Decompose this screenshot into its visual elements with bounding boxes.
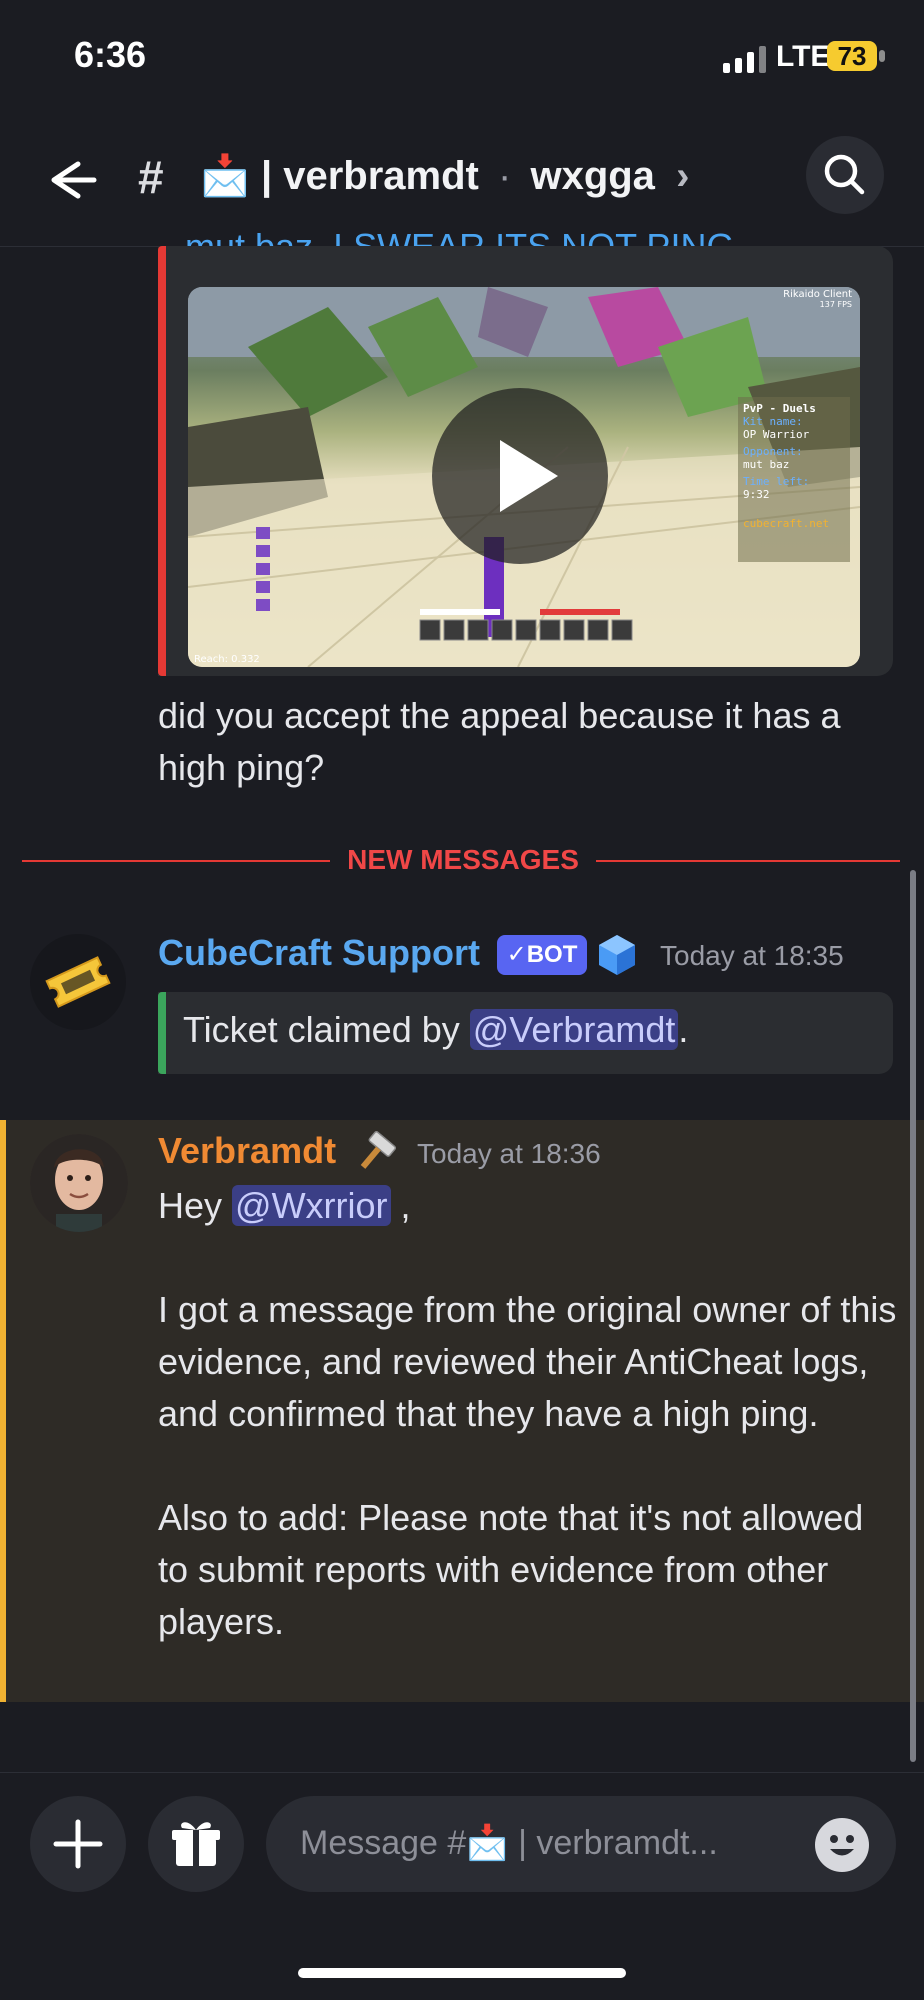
embed-text-suffix: . [678,1009,689,1050]
channel-emoji: 📩 [200,154,250,198]
cube-icon [596,933,638,977]
scrollbar[interactable] [910,870,916,1762]
hud-time-value: 9:32 [743,488,770,501]
status-time: 6:36 [74,34,147,75]
new-messages-line [22,860,330,862]
new-messages-label: NEW MESSAGES [347,844,579,875]
gift-icon [172,1822,220,1866]
mention-highlight-bar [0,1120,6,1702]
bot-avatar[interactable] [30,934,126,1030]
hud-fps: 137 FPS [819,300,852,309]
composer-divider [0,1772,924,1773]
message-timestamp: Today at 18:36 [417,1138,601,1169]
message-text: did you accept the appeal because it has… [158,695,841,788]
hud-reach: Reach: 0.332 [194,654,260,665]
hud-kit-label: Kit name: [743,415,803,428]
embed-text-prefix: Ticket claimed by [183,1009,470,1050]
message-paragraph: Also to add: Please note that it's not a… [158,1497,864,1642]
play-icon [500,440,558,512]
user-mention[interactable]: @Wxrrior [232,1185,391,1226]
greeting: Hey [158,1185,233,1226]
plus-icon [53,1819,103,1869]
avatar[interactable] [30,1134,128,1232]
embed-title[interactable]: mut baz, I SWEAR ITS NOT PING [185,226,734,246]
battery-tip [879,50,885,62]
hud-server: cubecraft.net [743,517,830,530]
hud-time-label: Time left: [743,475,810,488]
embed-accent-bar [158,246,166,676]
hud-opponent-value: mut baz [743,458,790,471]
back-arrow-icon[interactable] [38,150,98,210]
channel-sub: wxgga [530,154,655,198]
battery-icon: 73 [827,41,877,71]
channel-name: | verbramdt [260,154,479,198]
search-icon [824,154,865,195]
channel-hash-icon: # [138,151,164,203]
hammer-icon [352,1130,400,1176]
play-button[interactable] [432,388,608,564]
user-mention[interactable]: @Verbramdt [469,1009,679,1050]
home-indicator [298,1968,626,1978]
hud-title: PvP - Duels [743,402,816,415]
bot-badge: ✓BOT [497,935,587,975]
add-attachment-button[interactable] [30,1796,126,1892]
search-button[interactable] [806,136,884,214]
username[interactable]: Verbramdt [158,1130,336,1172]
title-separator: · [498,154,512,198]
message-placeholder[interactable]: Message #📩 | verbramdt... [300,1823,800,1863]
emoji-icon [830,1835,854,1856]
embed-accent-bar [158,992,166,1074]
chevron-right-icon: › [676,154,690,198]
network-label: LTE [776,40,831,73]
hud-client: Rikaido Client [783,289,852,300]
hud-kit-value: OP Warrior [743,428,810,441]
gift-button[interactable] [148,1796,244,1892]
bot-embed-text: Ticket claimed by @Verbramdt. [183,1009,688,1051]
ticket-icon [45,956,111,1008]
channel-title[interactable]: 📩 | verbramdt · wxgga › [200,152,689,199]
new-messages-line [596,860,900,862]
hud-opponent-label: Opponent: [743,445,803,458]
bot-username[interactable]: CubeCraft Support [158,932,480,974]
message-timestamp: Today at 18:35 [660,940,844,971]
message-text: Hey @Wxrrior , I got a message from the … [158,1180,898,1648]
message-paragraph: I got a message from the original owner … [158,1289,897,1434]
greeting-suffix: , [390,1185,411,1226]
signal-icon [723,46,766,73]
emoji-button[interactable] [815,1818,869,1872]
